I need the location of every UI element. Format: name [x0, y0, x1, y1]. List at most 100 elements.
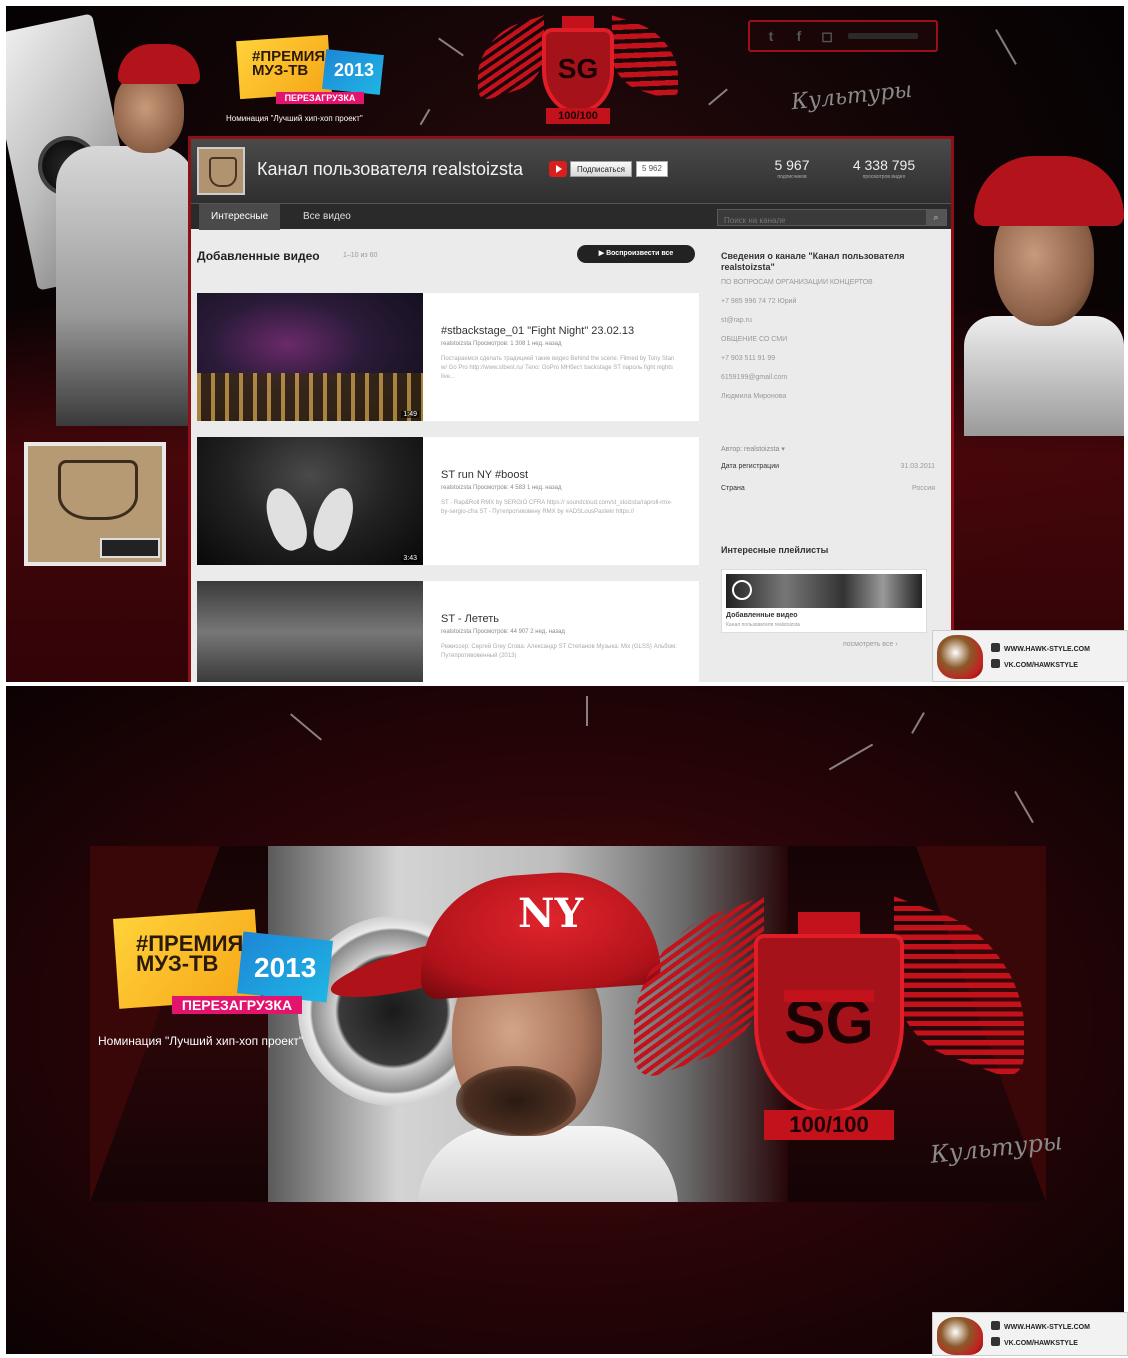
award-title: #ПРЕМИЯ МУЗ-ТВ [136, 933, 243, 976]
see-all-link[interactable]: посмотреть все › [843, 641, 898, 648]
glass-shard [708, 88, 728, 106]
video-description: ST - Rap&Roll RMX by SERGIO CFRA https:/… [441, 500, 673, 515]
social-links: t f ◻ [748, 20, 938, 52]
channel-design-preview: #ПРЕМИЯ МУЗ-ТВ 2013 ПЕРЕЗАГРУЗКА Номинаци… [6, 6, 1124, 682]
glass-shard [586, 696, 588, 726]
sticker [100, 538, 160, 558]
section-title: Добавленные видео [197, 249, 320, 263]
instagram-icon[interactable]: ◻ [820, 28, 834, 45]
glass-shard [419, 108, 431, 126]
red-cap [118, 44, 200, 84]
watermark-site-text: WWW.HAWK-STYLE.COM [1004, 646, 1090, 653]
video-title[interactable]: ST run NY #boost [441, 469, 691, 481]
stat-value: 5 967 [774, 157, 810, 173]
video-item[interactable]: 1:49 #stbackstage_01 "Fight Night" 23.02… [197, 293, 699, 421]
contact-line: 6159199@gmail.com [721, 374, 788, 381]
watermark-vk: VK.COM/HAWKSTYLE [991, 1337, 1078, 1347]
playlist-owner: Канал пользователя realstoizsta [726, 622, 800, 628]
award-nomination: Номинация "Лучший хип-хоп проект" [226, 114, 363, 123]
award-subtitle: ПЕРЕЗАГРУЗКА [172, 996, 302, 1014]
video-description: Режиссер: Сергей Grey Сгова: Александр S… [441, 644, 677, 659]
about-heading: Сведения о канале "Канал пользователя re… [721, 251, 905, 272]
country-row: Страна Россия [721, 485, 935, 492]
play-icon[interactable] [732, 580, 752, 600]
vk-icon [991, 659, 1000, 668]
emblem-wing-right [894, 896, 1024, 1084]
award-line2: МУЗ-ТВ [136, 951, 219, 976]
playlists-heading: Интересные плейлисты [721, 545, 829, 555]
country-value: Россия [912, 485, 935, 492]
channel-tabs: Интересные Все видео ⌕ [191, 203, 951, 230]
emblem-shield: SG [754, 934, 904, 1114]
video-item[interactable]: ST - Лететь realstoizsta Просмотров: 44 … [197, 581, 699, 682]
video-title[interactable]: ST - Лететь [441, 613, 691, 625]
glass-shard [911, 712, 925, 734]
contact-line: ОБЩЕНИЕ СО СМИ [721, 336, 788, 343]
subscribe-button[interactable]: Подписаться [570, 161, 632, 177]
registration-row: Дата регистрации 31.03.2011 [721, 463, 935, 470]
playlist-name[interactable]: Добавленные видео [726, 612, 798, 619]
artist-shirt [964, 316, 1124, 436]
registration-label: Дата регистрации [721, 463, 780, 470]
sneaker [259, 483, 313, 555]
channel-title[interactable]: Канал пользователя realstoizsta [257, 159, 523, 180]
emblem-motto-band [784, 990, 874, 1002]
video-thumbnail[interactable] [197, 581, 423, 682]
award-badge: #ПРЕМИЯ МУЗ-ТВ 2013 ПЕРЕЗАГРУЗКА Номинаци… [226, 34, 409, 138]
stat-label: подписчиков [777, 174, 807, 180]
playlist-card[interactable]: Добавленные видео Канал пользователя rea… [721, 569, 927, 633]
social-link-bar[interactable] [848, 33, 918, 39]
emblem-wing-left [478, 15, 544, 103]
section-count: 1–10 из 60 [343, 252, 378, 259]
globe-icon [991, 643, 1000, 652]
search-input[interactable] [718, 213, 918, 228]
playlist-thumbnail-strip [726, 574, 922, 608]
emblem-shield: SG [542, 28, 614, 114]
vk-icon [991, 1337, 1000, 1346]
tab-featured[interactable]: Интересные [199, 204, 281, 230]
hawk-logo-icon [937, 1317, 983, 1355]
video-thumbnail[interactable]: 1:49 [197, 293, 423, 421]
author-dropdown[interactable]: Автор: realstoizsta ▾ [721, 445, 785, 453]
play-all-button[interactable]: ▶ Воспроизвести все [577, 245, 695, 263]
red-cap [974, 156, 1124, 226]
video-thumbnail[interactable]: 3:43 [197, 437, 423, 565]
video-item[interactable]: 3:43 ST run NY #boost realstoizsta Просм… [197, 437, 699, 565]
glass-shard [1014, 790, 1034, 824]
glass-shard [995, 29, 1017, 65]
emblem-ribbon: 100/100 [546, 108, 610, 124]
youtube-channel-panel: Канал пользователя realstoizsta Подписат… [188, 136, 954, 682]
facebook-icon[interactable]: f [792, 28, 806, 44]
emblem-wing-left [634, 896, 764, 1084]
video-meta: realstoizsta Просмотров: 1 308 1 нед. на… [441, 341, 562, 347]
emblem-wing-right [612, 15, 678, 103]
emblem-ribbon: 100/100 [764, 1110, 894, 1140]
sg-emblem-logo: SG 100/100 [634, 894, 1024, 1174]
video-duration: 3:43 [401, 555, 419, 562]
award-year: 2013 [254, 952, 317, 983]
script-logo: Культуры [790, 77, 914, 116]
mini-emblem [58, 460, 138, 520]
watermark-vk: VK.COM/HAWKSTYLE [991, 659, 1078, 669]
sg-emblem-logo: SG 100/100 [478, 12, 678, 142]
contact-line: +7 903 511 91 99 [721, 355, 776, 362]
stat-subscribers: 5 967 подписчиков [757, 157, 827, 180]
twitter-icon[interactable]: t [764, 28, 778, 44]
subscriber-count-badge: 5 962 [635, 161, 668, 177]
sneaker [307, 483, 361, 555]
artist-beard [456, 1066, 576, 1136]
watermark-vk-text: VK.COM/HAWKSTYLE [1004, 1340, 1078, 1347]
channel-avatar[interactable] [197, 147, 245, 195]
video-meta: realstoizsta Просмотров: 44 907 2 нед. н… [441, 629, 565, 635]
search-icon[interactable]: ⌕ [926, 210, 946, 225]
award-title: #ПРЕМИЯ МУЗ-ТВ [252, 49, 325, 78]
glass-shard [290, 713, 322, 741]
glass-shard [438, 37, 464, 57]
video-title[interactable]: #stbackstage_01 "Fight Night" 23.02.13 [441, 325, 691, 337]
subscribe-widget: Подписаться 5 962 [549, 160, 668, 178]
tab-all-videos[interactable]: Все видео [291, 204, 363, 230]
award-badge: #ПРЕМИЯ МУЗ-ТВ 2013 ПЕРЕЗАГРУЗКА Номинаци… [98, 909, 366, 1064]
channel-search: ⌕ [717, 209, 947, 228]
award-nomination: Номинация "Лучший хип-хоп проект" [98, 1034, 304, 1048]
video-duration: 1:49 [401, 411, 419, 418]
